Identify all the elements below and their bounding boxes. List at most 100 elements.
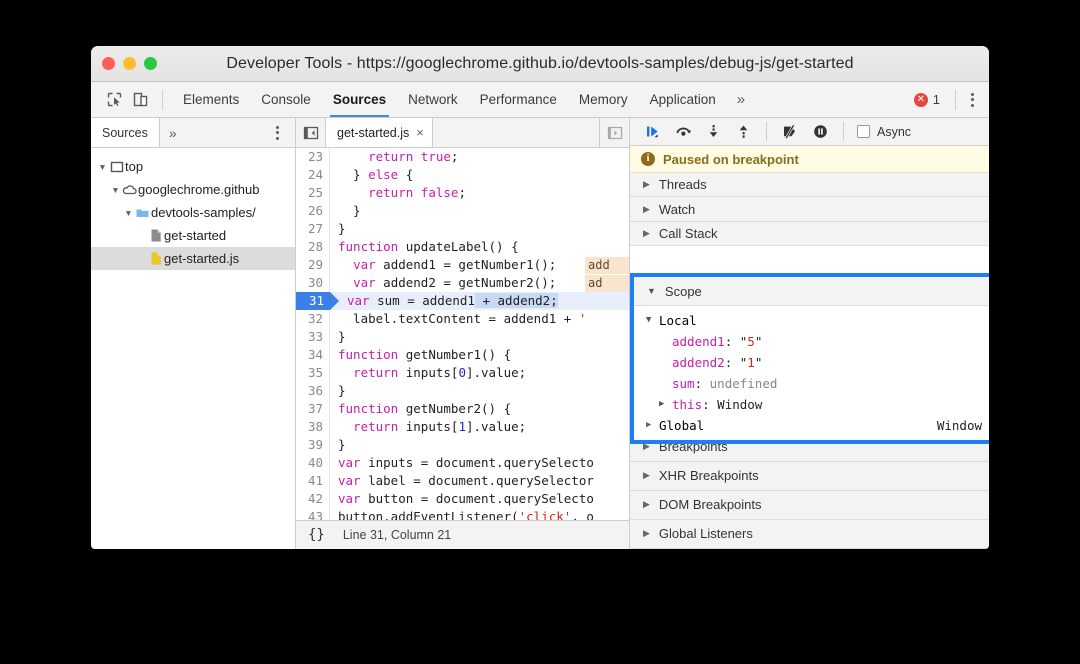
code-line[interactable]: 43button.addEventListener('click', o	[296, 508, 629, 520]
twisty-icon[interactable]: ▼	[110, 185, 121, 195]
code-line[interactable]: 41var label = document.querySelector	[296, 472, 629, 490]
resume-icon[interactable]	[639, 119, 667, 145]
chevron-right-icon[interactable]: ▶	[646, 415, 659, 436]
scope-variable-sum[interactable]: sum: undefined	[634, 373, 989, 394]
chevron-right-icon[interactable]: ▶	[643, 528, 650, 539]
tab-network[interactable]: Network	[397, 82, 469, 117]
line-number[interactable]: 32	[296, 310, 330, 328]
line-number[interactable]: 29	[296, 256, 330, 274]
section-scope[interactable]: ▼ Scope	[634, 277, 989, 306]
section-watch[interactable]: ▶ Watch	[630, 197, 989, 221]
scope-variable-addend2[interactable]: addend2: "1"	[634, 352, 989, 373]
line-number[interactable]: 26	[296, 202, 330, 220]
code-line[interactable]: 38 return inputs[1].value;	[296, 418, 629, 436]
tab-sources[interactable]: Sources	[322, 82, 397, 117]
line-number[interactable]: 33	[296, 328, 330, 346]
scope-global-group[interactable]: ▶ Global Window	[634, 415, 989, 436]
chevron-right-icon[interactable]: ▶	[659, 394, 672, 415]
navigator-more-icon[interactable]: »	[160, 118, 186, 147]
more-options-icon[interactable]	[964, 93, 981, 107]
chevron-down-icon[interactable]: ▼	[647, 286, 656, 296]
tab-application[interactable]: Application	[639, 82, 727, 117]
code-viewport[interactable]: 23 return true; 24 } else { 25 return fa…	[296, 148, 629, 520]
line-number[interactable]: 38	[296, 418, 330, 436]
line-number[interactable]: 27	[296, 220, 330, 238]
tree-item-googlechrome-github[interactable]: ▼ googlechrome.github	[91, 178, 295, 201]
deactivate-breakpoints-icon[interactable]	[776, 119, 804, 145]
line-number[interactable]: 25	[296, 184, 330, 202]
async-toggle[interactable]: Async	[857, 125, 911, 139]
minimize-window-button[interactable]	[123, 57, 136, 70]
code-line[interactable]: 35 return inputs[0].value;	[296, 364, 629, 382]
expand-panel-icon[interactable]	[599, 118, 629, 147]
async-checkbox[interactable]	[857, 125, 870, 138]
maximize-window-button[interactable]	[144, 57, 157, 70]
tree-item-get-started[interactable]: get-started	[91, 224, 295, 247]
close-window-button[interactable]	[102, 57, 115, 70]
code-line[interactable]: 40var inputs = document.querySelecto	[296, 454, 629, 472]
line-number[interactable]: 39	[296, 436, 330, 454]
section-dom-breakpoints[interactable]: ▶ DOM Breakpoints	[630, 491, 989, 520]
twisty-icon[interactable]: ▼	[123, 208, 134, 218]
tab-console[interactable]: Console	[250, 82, 322, 117]
line-number[interactable]: 36	[296, 382, 330, 400]
line-number[interactable]: 30	[296, 274, 330, 292]
chevron-right-icon[interactable]: ▶	[643, 499, 650, 510]
code-line[interactable]: 26 }	[296, 202, 629, 220]
chevron-right-icon[interactable]: ▶	[643, 179, 650, 190]
section-global-listeners[interactable]: ▶ Global Listeners	[630, 520, 989, 549]
section-threads[interactable]: ▶ Threads	[630, 173, 989, 197]
line-number[interactable]: 42	[296, 490, 330, 508]
step-into-icon[interactable]	[699, 119, 727, 145]
scope-local-group[interactable]: ▼ Local	[634, 310, 989, 331]
scope-variable-addend1[interactable]: addend1: "5"	[634, 331, 989, 352]
line-number[interactable]: 34	[296, 346, 330, 364]
chevron-right-icon[interactable]: ▶	[643, 204, 650, 215]
navigator-more-options-icon[interactable]	[269, 118, 295, 147]
line-number-current[interactable]: 31	[296, 292, 330, 310]
step-over-icon[interactable]	[669, 119, 697, 145]
line-number[interactable]: 43	[296, 508, 330, 520]
more-panels-icon[interactable]: »	[727, 91, 755, 108]
code-line[interactable]: 36}	[296, 382, 629, 400]
code-line-current-execution[interactable]: 31var sum = addend1 + addend2;	[296, 292, 629, 310]
section-call-stack[interactable]: ▶ Call Stack	[630, 222, 989, 246]
editor-tab-get-started-js[interactable]: get-started.js ×	[326, 118, 433, 147]
code-line[interactable]: 34function getNumber1() {	[296, 346, 629, 364]
code-line[interactable]: 33}	[296, 328, 629, 346]
inspect-element-icon[interactable]	[101, 88, 127, 112]
twisty-icon[interactable]: ▼	[97, 162, 108, 172]
code-line[interactable]: 24 } else {	[296, 166, 629, 184]
tree-item-get-started-js[interactable]: get-started.js	[91, 247, 295, 270]
line-number[interactable]: 24	[296, 166, 330, 184]
line-number[interactable]: 23	[296, 148, 330, 166]
pause-on-exceptions-icon[interactable]	[806, 119, 834, 145]
section-xhr-breakpoints[interactable]: ▶ XHR Breakpoints	[630, 462, 989, 491]
tab-elements[interactable]: Elements	[172, 82, 250, 117]
navigator-tab-sources[interactable]: Sources	[91, 118, 160, 147]
tab-performance[interactable]: Performance	[469, 82, 568, 117]
code-line[interactable]: 27}	[296, 220, 629, 238]
error-badge[interactable]: ✕ 1	[914, 92, 947, 107]
tab-memory[interactable]: Memory	[568, 82, 639, 117]
code-line[interactable]: 25 return false;	[296, 184, 629, 202]
code-line[interactable]: 39}	[296, 436, 629, 454]
code-line[interactable]: 37function getNumber2() {	[296, 400, 629, 418]
tree-item-devtools-samples[interactable]: ▼ devtools-samples/	[91, 201, 295, 224]
code-line[interactable]: 30 var addend2 = getNumber2(); ad	[296, 274, 629, 292]
code-line[interactable]: 23 return true;	[296, 148, 629, 166]
device-toolbar-icon[interactable]	[127, 88, 153, 112]
tree-item-top[interactable]: ▼ top	[91, 155, 295, 178]
scope-variable-this[interactable]: ▶this: Window	[634, 394, 989, 415]
line-number[interactable]: 41	[296, 472, 330, 490]
chevron-down-icon[interactable]: ▼	[646, 310, 659, 331]
line-number[interactable]: 28	[296, 238, 330, 256]
code-line[interactable]: 42var button = document.querySelecto	[296, 490, 629, 508]
collapse-sidebar-icon[interactable]	[296, 118, 326, 147]
line-number[interactable]: 37	[296, 400, 330, 418]
line-number[interactable]: 35	[296, 364, 330, 382]
chevron-right-icon[interactable]: ▶	[643, 228, 650, 239]
code-line[interactable]: 32 label.textContent = addend1 + '	[296, 310, 629, 328]
line-number[interactable]: 40	[296, 454, 330, 472]
code-line[interactable]: 28function updateLabel() {	[296, 238, 629, 256]
